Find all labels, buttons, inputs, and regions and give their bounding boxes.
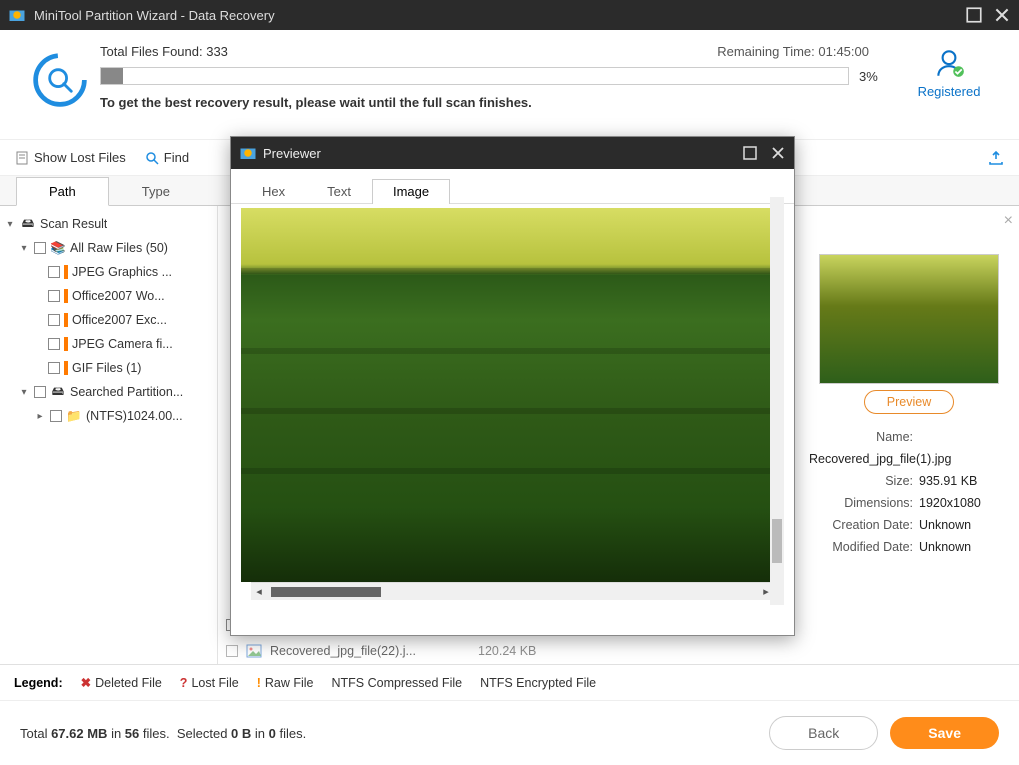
- previewer-dialog: Previewer Hex Text Image ◂ ▸: [230, 136, 795, 636]
- meta-cdate-label: Creation Date:: [809, 514, 919, 536]
- selection-summary: Total 67.62 MB in 56 files. Selected 0 B…: [20, 726, 757, 741]
- preview-button[interactable]: Preview: [864, 390, 954, 414]
- scan-status-icon: [20, 40, 100, 139]
- scroll-v-thumb[interactable]: [772, 519, 782, 563]
- scan-header: Total Files Found: 333 Remaining Time: 0…: [0, 30, 1019, 140]
- tree-jpeg-camera[interactable]: JPEG Camera fi...: [4, 332, 213, 356]
- file-name: Recovered_jpg_file(22).j...: [270, 644, 470, 658]
- document-icon: [14, 150, 30, 166]
- meta-mdate-value: Unknown: [919, 540, 971, 554]
- raw-flag-icon: [64, 313, 68, 327]
- legend-deleted: Deleted File: [95, 676, 162, 690]
- file-size: 120.24 KB: [478, 644, 558, 658]
- previewer-tab-image[interactable]: Image: [372, 179, 450, 204]
- scroll-h-thumb[interactable]: [271, 587, 381, 597]
- previewer-tab-text[interactable]: Text: [306, 179, 372, 203]
- export-result-button[interactable]: [987, 149, 1005, 167]
- previewer-close-icon[interactable]: [770, 145, 786, 161]
- scan-hint: To get the best recovery result, please …: [100, 95, 899, 110]
- remaining-time: Remaining Time: 01:45:00: [717, 44, 869, 59]
- scan-progress-bar: [100, 67, 849, 85]
- save-button[interactable]: Save: [890, 717, 999, 749]
- side-preview-panel: × Preview Name: Recovered_jpg_file(1).jpg…: [799, 206, 1019, 664]
- meta-dim-label: Dimensions:: [809, 492, 919, 514]
- close-side-panel-icon[interactable]: ×: [1004, 212, 1013, 230]
- preview-vscrollbar[interactable]: [770, 197, 784, 605]
- tree-n4-label: JPEG Camera fi...: [72, 337, 173, 351]
- meta-size-label: Size:: [809, 470, 919, 492]
- folder-icon: 📁: [66, 409, 82, 423]
- previewer-title: Previewer: [263, 146, 321, 161]
- image-file-icon: [246, 643, 262, 659]
- app-logo-icon: [8, 6, 26, 24]
- deleted-file-icon: ✖: [81, 675, 91, 690]
- tab-type[interactable]: Type: [109, 177, 203, 205]
- stack-icon: 📚: [50, 241, 66, 255]
- meta-size-value: 935.91 KB: [919, 474, 977, 488]
- legend-label: Legend:: [14, 676, 63, 690]
- tab-path[interactable]: Path: [16, 177, 109, 206]
- raw-flag-icon: [64, 289, 68, 303]
- total-files-found: Total Files Found: 333: [100, 44, 228, 59]
- previewer-tab-hex[interactable]: Hex: [241, 179, 306, 203]
- meta-name-label: Name:: [809, 426, 919, 448]
- scan-progress-percent: 3%: [859, 69, 899, 84]
- show-lost-files-button[interactable]: Show Lost Files: [14, 150, 126, 166]
- tree-ntfs-partition[interactable]: ▸📁(NTFS)1024.00...: [4, 404, 213, 428]
- meta-dim-value: 1920x1080: [919, 496, 981, 510]
- legend: Legend: ✖ Deleted File ?Lost File ! Raw Fi…: [0, 665, 1019, 701]
- previewer-maximize-icon[interactable]: [742, 145, 758, 161]
- window-close-icon[interactable]: [993, 6, 1011, 24]
- tree-n5-label: GIF Files (1): [72, 361, 141, 375]
- meta-cdate-value: Unknown: [919, 518, 971, 532]
- lost-file-icon: ?: [180, 676, 188, 690]
- find-button[interactable]: Find: [144, 150, 189, 166]
- legend-lost: Lost File: [191, 676, 238, 690]
- tree-searched-label: Searched Partition...: [70, 385, 183, 399]
- tree-gif[interactable]: GIF Files (1): [4, 356, 213, 380]
- registered-label: Registered: [899, 84, 999, 99]
- result-tree: ▾🖴Scan Result ▾📚All Raw Files (50) JPEG …: [0, 206, 218, 664]
- legend-ntfs-encrypted: NTFS Encrypted File: [480, 676, 596, 690]
- drive-icon: 🖴: [50, 385, 66, 399]
- legend-ntfs-compressed: NTFS Compressed File: [331, 676, 462, 690]
- tree-jpeg-graphics[interactable]: JPEG Graphics ...: [4, 260, 213, 284]
- raw-flag-icon: [64, 361, 68, 375]
- show-lost-files-label: Show Lost Files: [34, 150, 126, 165]
- meta-mdate-label: Modified Date:: [809, 536, 919, 558]
- raw-flag-icon: [64, 265, 68, 279]
- main-titlebar: MiniTool Partition Wizard - Data Recover…: [0, 0, 1019, 30]
- search-icon: [144, 150, 160, 166]
- scroll-left-icon[interactable]: ◂: [251, 585, 267, 598]
- back-button[interactable]: Back: [769, 716, 878, 750]
- tree-scan-result[interactable]: ▾🖴Scan Result: [4, 212, 213, 236]
- tree-n1-label: JPEG Graphics ...: [72, 265, 172, 279]
- raw-flag-icon: [64, 337, 68, 351]
- preview-hscrollbar[interactable]: ◂ ▸: [251, 582, 774, 600]
- file-checkbox[interactable]: [226, 645, 238, 657]
- tree-n3-label: Office2007 Exc...: [72, 313, 167, 327]
- previewer-logo-icon: [239, 144, 257, 162]
- tree-all-raw[interactable]: ▾📚All Raw Files (50): [4, 236, 213, 260]
- drive-icon: 🖴: [20, 217, 36, 231]
- tree-root-label: Scan Result: [40, 217, 107, 231]
- raw-file-icon: !: [257, 676, 261, 690]
- meta-name-value: Recovered_jpg_file(1).jpg: [809, 452, 951, 466]
- registered-badge[interactable]: Registered: [899, 40, 999, 139]
- previewer-tabs: Hex Text Image: [231, 169, 794, 204]
- preview-image: [241, 208, 784, 582]
- tree-office-excel[interactable]: Office2007 Exc...: [4, 308, 213, 332]
- file-row[interactable]: Recovered_jpg_file(22).j... 120.24 KB: [222, 638, 789, 664]
- tree-office-word[interactable]: Office2007 Wo...: [4, 284, 213, 308]
- export-icon: [987, 149, 1005, 167]
- find-label: Find: [164, 150, 189, 165]
- tree-searched-partitions[interactable]: ▾🖴Searched Partition...: [4, 380, 213, 404]
- preview-thumbnail: [819, 254, 999, 384]
- window-title: MiniTool Partition Wizard - Data Recover…: [34, 8, 955, 23]
- tree-allraw-label: All Raw Files (50): [70, 241, 168, 255]
- window-maximize-icon[interactable]: [965, 6, 983, 24]
- tree-ntfs-label: (NTFS)1024.00...: [86, 409, 183, 423]
- tree-n2-label: Office2007 Wo...: [72, 289, 165, 303]
- legend-raw: Raw File: [265, 676, 314, 690]
